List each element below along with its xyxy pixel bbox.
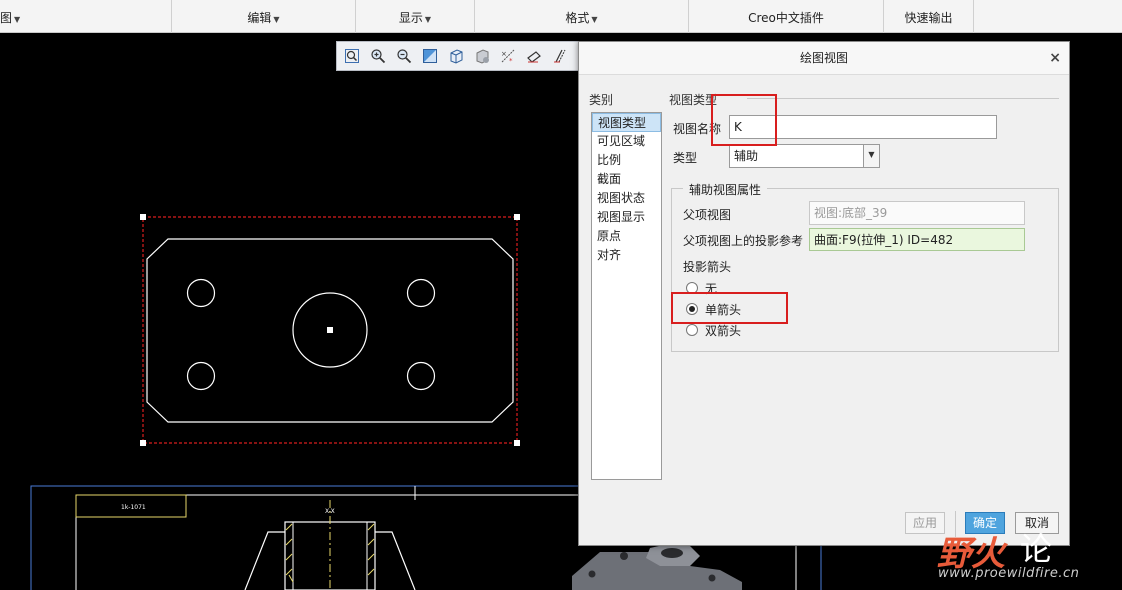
title-note-text: 1k-1071 — [121, 504, 146, 511]
selection-handle[interactable] — [140, 440, 146, 446]
model-preview-bore — [661, 548, 683, 558]
zoom-in-icon[interactable] — [367, 45, 389, 67]
display-style-icon[interactable] — [445, 45, 467, 67]
category-item-alignment[interactable]: 对齐 — [592, 246, 661, 265]
hatch-line — [367, 523, 375, 531]
highlight-view-name — [711, 94, 777, 146]
category-item-visible-area[interactable]: 可见区域 — [592, 132, 661, 151]
type-select[interactable]: 辅助 ▼ — [729, 144, 880, 168]
close-icon[interactable]: × — [1049, 42, 1061, 75]
category-list: 视图类型 可见区域 比例 截面 视图状态 视图显示 原点 对齐 — [591, 112, 662, 480]
hole-circle — [406, 361, 436, 391]
watermark-url: www.proewildfire.cn — [938, 566, 1080, 581]
drawing-view-dialog: 绘图视图 × 类别 视图类型 可见区域 比例 截面 视图状态 视图显示 原点 对… — [578, 41, 1070, 546]
svg-text:*: * — [509, 57, 513, 64]
annotation-display-icon[interactable] — [523, 45, 545, 67]
radio-double-arrow[interactable] — [686, 324, 698, 336]
zoom-fit-icon[interactable] — [341, 45, 363, 67]
svg-text:×: × — [501, 50, 507, 58]
center-mark — [327, 327, 333, 333]
hole-circle — [186, 361, 216, 391]
projection-arrow-label: 投影箭头 — [683, 260, 732, 274]
section-profile — [244, 531, 285, 590]
type-label: 类型 — [673, 151, 698, 165]
selection-handle[interactable] — [514, 214, 520, 220]
zoom-out-icon[interactable] — [393, 45, 415, 67]
selection-handle[interactable] — [514, 440, 520, 446]
graphics-toolbar: × * — [336, 41, 580, 71]
hatch-line — [367, 553, 375, 561]
projection-ref-label: 父项视图上的投影参考 — [683, 234, 804, 248]
highlight-single-arrow — [671, 292, 788, 324]
hatch-line — [367, 538, 375, 546]
hatch-line — [285, 553, 293, 561]
hatch-line — [285, 538, 293, 546]
category-item-view-display[interactable]: 视图显示 — [592, 208, 661, 227]
type-select-value: 辅助 — [734, 149, 759, 163]
model-preview-hole — [708, 574, 716, 582]
chevron-down-icon[interactable]: ▼ — [863, 145, 879, 167]
hole-circle — [406, 278, 436, 308]
category-item-origin[interactable]: 原点 — [592, 227, 661, 246]
parent-view-field: 视图:底部_39 — [809, 201, 1025, 225]
model-preview-hole — [588, 570, 596, 578]
category-label: 类别 — [589, 93, 614, 107]
selection-handle[interactable] — [140, 214, 146, 220]
repaint-icon[interactable] — [419, 45, 441, 67]
parent-view-label: 父项视图 — [683, 208, 732, 222]
radio-double-arrow-label: 双箭头 — [705, 324, 742, 338]
category-item-view-type[interactable]: 视图类型 — [592, 113, 661, 132]
watermark-logo-tail: 论 — [1020, 530, 1053, 568]
projection-ref-field[interactable]: 曲面:F9(拉伸_1) ID=482 — [809, 228, 1025, 251]
category-item-section[interactable]: 截面 — [592, 170, 661, 189]
section-label: X-X — [325, 508, 335, 515]
hatch-line — [285, 523, 293, 531]
section-profile — [375, 531, 416, 590]
section-title: 视图类型 — [669, 93, 718, 107]
section-divider — [747, 98, 1059, 99]
dialog-title[interactable]: 绘图视图 — [579, 42, 1069, 75]
category-item-view-states[interactable]: 视图状态 — [592, 189, 661, 208]
sketch-display-icon[interactable] — [549, 45, 571, 67]
hole-circle — [186, 278, 216, 308]
view-manager-icon[interactable] — [471, 45, 493, 67]
aux-group-title: 辅助视图属性 — [683, 181, 768, 198]
hatch-line — [367, 568, 375, 576]
category-item-scale[interactable]: 比例 — [592, 151, 661, 170]
datum-display-icon[interactable]: × * — [497, 45, 519, 67]
hatch-line — [285, 568, 293, 576]
model-preview-hole — [620, 552, 628, 560]
hatch-line — [288, 574, 294, 583]
